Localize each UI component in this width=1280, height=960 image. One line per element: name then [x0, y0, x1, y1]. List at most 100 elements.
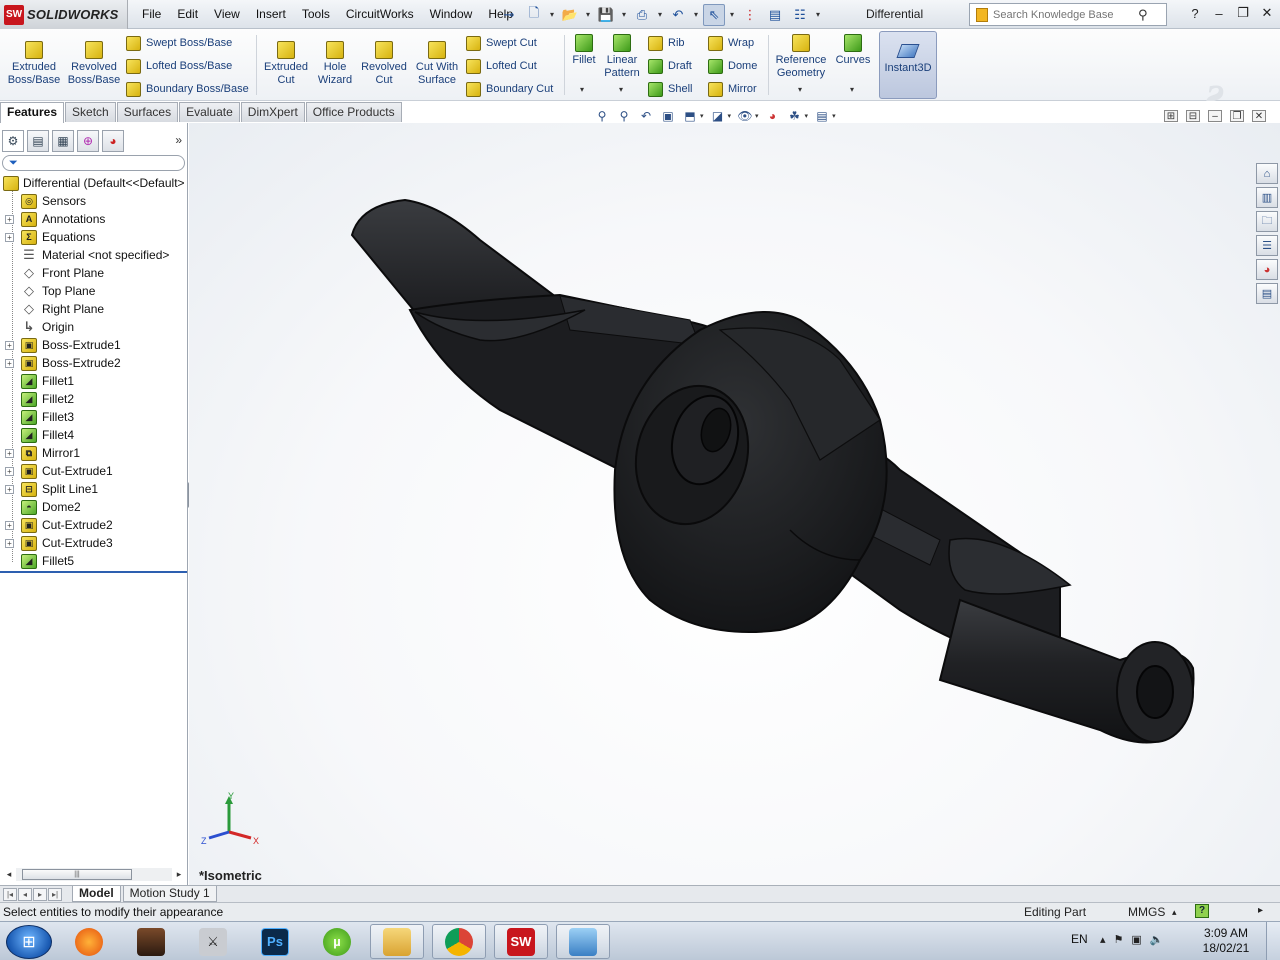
undo-icon[interactable]: ↶	[667, 4, 689, 26]
taskbar-image-viewer[interactable]	[556, 924, 610, 959]
configuration-manager-icon[interactable]: ▦	[52, 130, 74, 152]
action-center-flag-icon[interactable]: ⚑	[1114, 933, 1124, 946]
tab-surfaces[interactable]: Surfaces	[116, 102, 179, 122]
menu-file[interactable]: File	[134, 0, 169, 29]
tab-office-products[interactable]: Office Products	[305, 102, 402, 122]
tree-item-split-line1[interactable]: + ⊟ Split Line1	[0, 480, 187, 498]
scroll-left-icon[interactable]: ◂	[2, 869, 16, 880]
swept-cut-button[interactable]: Swept Cut	[466, 34, 537, 52]
new-document-icon[interactable]: 🗋	[523, 4, 545, 26]
expand-icon[interactable]: +	[5, 358, 14, 368]
viewport-restore-icon[interactable]: ❐	[1230, 110, 1244, 122]
taskbar-counter-strike[interactable]: ⚔	[186, 924, 240, 959]
tree-item-origin[interactable]: ↳ Origin	[0, 318, 187, 336]
scroll-thumb[interactable]: |||	[22, 869, 132, 880]
tree-item-material-not-specified[interactable]: ☰ Material <not specified>	[0, 246, 187, 264]
expand-icon[interactable]: +	[5, 340, 14, 350]
print-dropdown[interactable]: ▾	[656, 10, 664, 19]
volume-icon[interactable]: 🔈	[1150, 933, 1164, 946]
file-properties-icon[interactable]: ▤	[764, 4, 786, 26]
menu-window[interactable]: Window	[422, 0, 481, 29]
restore-icon[interactable]: ❐	[1234, 4, 1252, 22]
menu-tools[interactable]: Tools	[294, 0, 338, 29]
start-button[interactable]: ⊞	[6, 925, 52, 959]
solidworks-logo[interactable]: SW SOLIDWORKS	[0, 0, 128, 29]
taskbar-utorrent[interactable]: µ	[310, 924, 364, 959]
select-dropdown[interactable]: ▾	[728, 10, 736, 19]
tab-features[interactable]: Features	[0, 102, 65, 123]
expand-icon[interactable]: +	[5, 520, 14, 530]
instant3d-button[interactable]: Instant3D	[879, 31, 937, 99]
new-dropdown[interactable]: ▾	[548, 10, 556, 19]
taskbar-firefox[interactable]	[62, 924, 116, 959]
tab-sketch[interactable]: Sketch	[65, 102, 116, 122]
tile-view-icon[interactable]: ⊟	[1186, 110, 1200, 122]
tree-root[interactable]: Differential (Default<<Default>	[0, 174, 187, 192]
fillet-dropdown[interactable]: ▾	[580, 85, 584, 94]
expand-icon[interactable]: +	[5, 484, 14, 494]
network-icon[interactable]: ▣	[1131, 933, 1141, 946]
tree-item-top-plane[interactable]: ◇ Top Plane	[0, 282, 187, 300]
display-style-icon[interactable]: ◪	[710, 108, 726, 124]
hide-show-items-icon[interactable]: 👁	[737, 108, 753, 124]
tree-item-cut-extrude3[interactable]: + ▣ Cut-Extrude3	[0, 534, 187, 552]
view-palette-icon[interactable]: ☰	[1256, 235, 1278, 256]
tree-item-sensors[interactable]: ◎ Sensors	[0, 192, 187, 210]
search-input[interactable]	[993, 8, 1133, 21]
reference-geometry-button[interactable]: Reference Geometry	[772, 34, 830, 80]
property-manager-icon[interactable]: ▤	[27, 130, 49, 152]
next-tab-icon[interactable]: ▸	[33, 887, 47, 901]
dimxpert-manager-icon[interactable]: ⊕	[77, 130, 99, 152]
tree-item-cut-extrude2[interactable]: + ▣ Cut-Extrude2	[0, 516, 187, 534]
status-expand-icon[interactable]: ▸	[1258, 905, 1263, 916]
expand-icon[interactable]: +	[5, 538, 14, 548]
more-tabs-icon[interactable]: »	[175, 133, 182, 147]
minimize-icon[interactable]: –	[1210, 4, 1228, 22]
view-settings-dropdown[interactable]: ▾	[832, 112, 836, 120]
lofted-cut-button[interactable]: Lofted Cut	[466, 57, 537, 75]
options-icon[interactable]: ☷	[789, 4, 811, 26]
design-library-icon[interactable]: ▥	[1256, 187, 1278, 208]
file-explorer-icon[interactable]: 🗀	[1256, 211, 1278, 232]
open-dropdown[interactable]: ▾	[584, 10, 592, 19]
save-icon[interactable]: 💾	[595, 4, 617, 26]
language-indicator[interactable]: EN	[1071, 932, 1088, 946]
curves-dropdown[interactable]: ▾	[850, 85, 854, 94]
expand-icon[interactable]: +	[5, 232, 14, 242]
taskbar-photoshop[interactable]: Ps	[248, 924, 302, 959]
extruded-cut-button[interactable]: Extruded Cut	[260, 41, 312, 87]
rollback-bar[interactable]	[0, 571, 187, 573]
tab-model[interactable]: Model	[72, 886, 121, 902]
display-style-dropdown[interactable]: ▾	[728, 112, 732, 120]
open-icon[interactable]: 📂	[559, 4, 581, 26]
hole-wizard-button[interactable]: Hole Wizard	[314, 41, 356, 87]
expand-icon[interactable]: +	[5, 214, 14, 224]
feature-manager-tree-icon[interactable]: ⚙	[2, 130, 24, 152]
system-clock[interactable]: 3:09 AM 18/02/21	[1200, 926, 1252, 956]
tree-item-right-plane[interactable]: ◇ Right Plane	[0, 300, 187, 318]
fillet-button[interactable]: Fillet	[568, 34, 600, 67]
mirror-button[interactable]: Mirror	[708, 80, 757, 98]
menu-circuitworks[interactable]: CircuitWorks	[338, 0, 422, 29]
boundary-cut-button[interactable]: Boundary Cut	[466, 80, 553, 98]
edit-appearance-icon[interactable]: ◕	[765, 108, 781, 124]
expand-icon[interactable]: +	[5, 448, 14, 458]
search-knowledge-base[interactable]: ⚲	[969, 3, 1167, 26]
first-tab-icon[interactable]: |◂	[3, 887, 17, 901]
show-hidden-icons-icon[interactable]: ▴	[1100, 933, 1106, 946]
draft-button[interactable]: Draft	[648, 57, 692, 75]
tree-item-annotations[interactable]: + A Annotations	[0, 210, 187, 228]
tree-item-fillet2[interactable]: ◢ Fillet2	[0, 390, 187, 408]
tree-item-cut-extrude1[interactable]: + ▣ Cut-Extrude1	[0, 462, 187, 480]
dome-button[interactable]: Dome	[708, 57, 757, 75]
view-orientation-icon[interactable]: ⬒	[682, 108, 698, 124]
revolved-boss-button[interactable]: Revolved Boss/Base	[66, 41, 122, 87]
section-view-icon[interactable]: ▣	[660, 108, 676, 124]
tree-item-fillet1[interactable]: ◢ Fillet1	[0, 372, 187, 390]
split-view-icon[interactable]: ⊞	[1164, 110, 1178, 122]
tree-item-fillet5[interactable]: ◢ Fillet5	[0, 552, 187, 570]
close-icon[interactable]: ✕	[1258, 4, 1276, 22]
display-manager-icon[interactable]: ◕	[102, 130, 124, 152]
pin-icon[interactable]: ⊸	[498, 4, 520, 26]
curves-button[interactable]: Curves	[834, 34, 872, 67]
